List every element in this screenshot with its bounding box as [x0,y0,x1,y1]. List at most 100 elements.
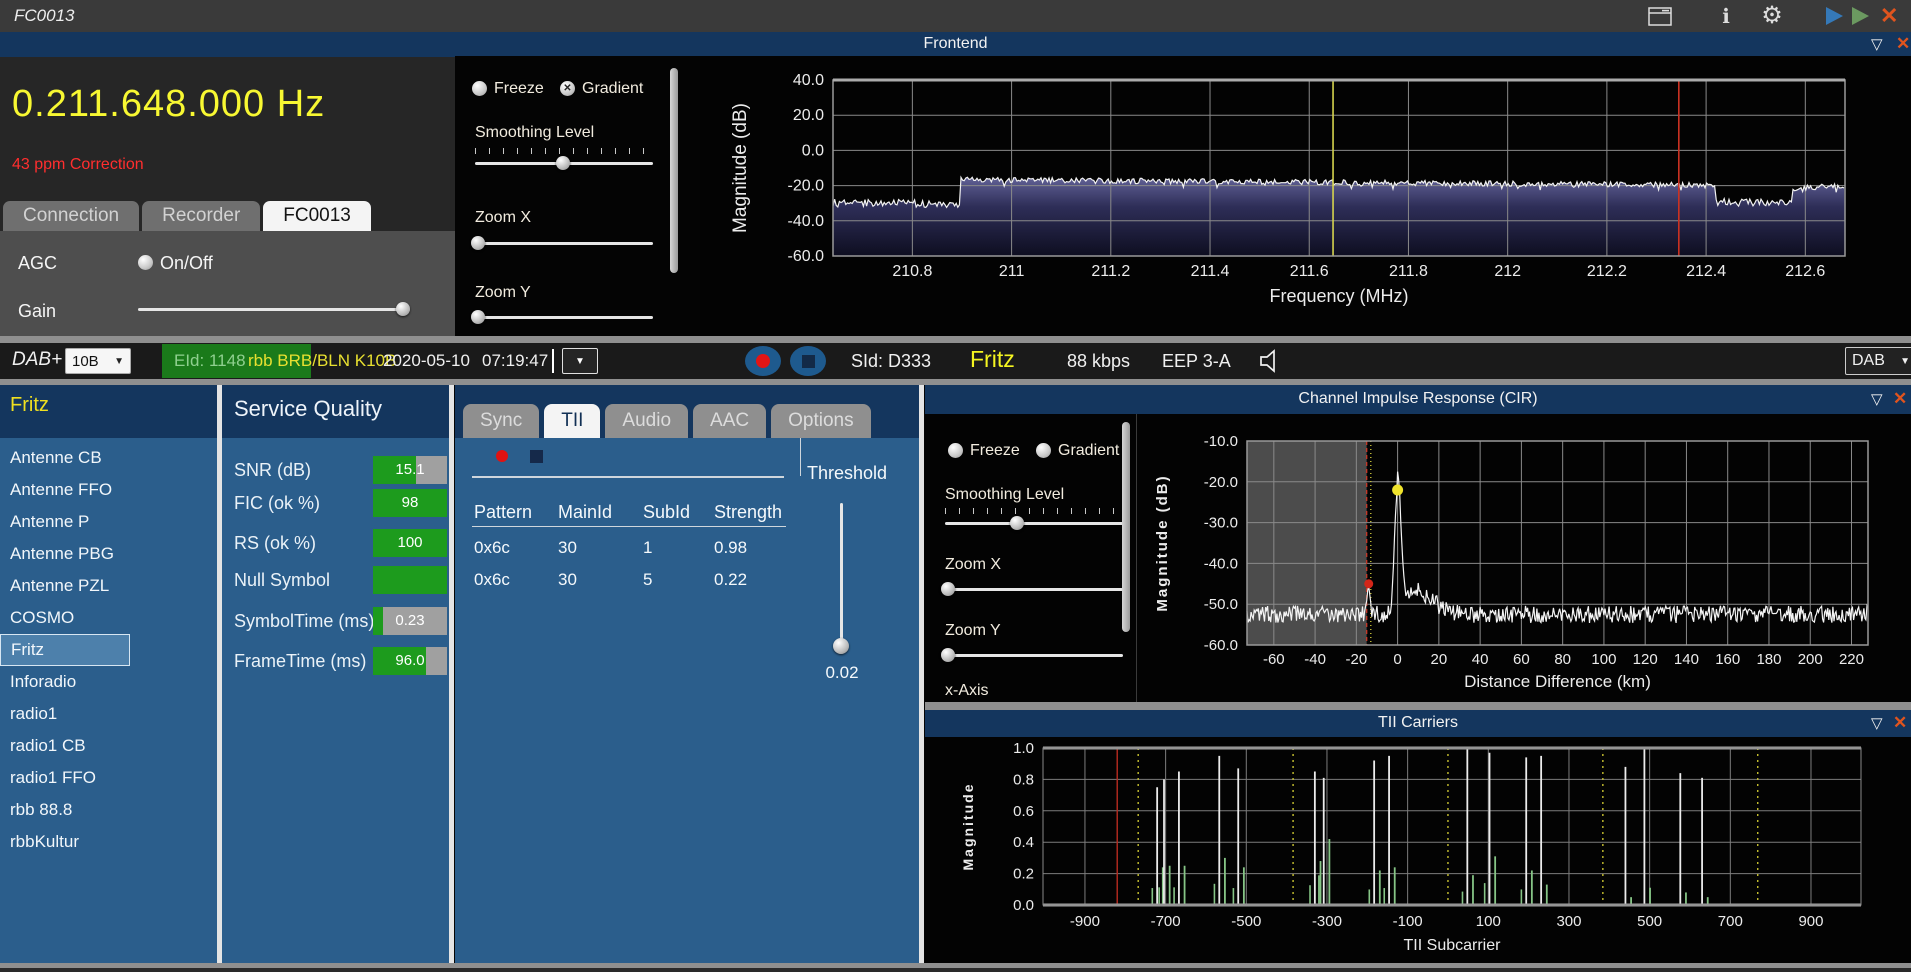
zoom-x-slider-knob[interactable] [471,236,485,250]
tab-connection[interactable]: Connection [3,201,139,231]
ppm-correction: 43 ppm Correction [12,156,144,174]
stop-button[interactable] [790,346,826,376]
service-list-item[interactable]: Antenne PZL [0,570,217,602]
quality-metric-label: FrameTime (ms) [234,647,366,675]
speaker-icon[interactable] [1256,348,1284,379]
service-list-item[interactable]: rbbKultur [0,826,217,858]
frontend-panel-titlebar: Frontend ▽ ✕ [0,32,1911,57]
agc-radio[interactable] [138,255,153,270]
cir-zoom-y-slider-knob[interactable] [941,648,955,662]
record-button[interactable] [745,346,781,376]
collapse-panel-icon[interactable]: ▽ [1871,390,1883,408]
frontend-spectrum-plot[interactable]: 40.020.00.0-20.0-40.0-60.0210.8211211.22… [700,56,1911,336]
service-name: Fritz [970,346,1015,373]
svg-text:700: 700 [1718,913,1743,930]
service-quality-panel: Service Quality SNR (dB)15.1FIC (ok %)98… [222,385,449,963]
window-icon[interactable] [1646,3,1674,29]
service-list-item[interactable]: rbb 88.8 [0,794,217,826]
controls-scrollbar[interactable] [670,68,678,273]
panel-divider[interactable] [449,385,454,963]
service-list-item[interactable]: Inforadio [0,666,217,698]
service-list-item[interactable]: radio1 [0,698,217,730]
info-icon[interactable]: ℹ [1712,3,1740,29]
threshold-slider-knob[interactable] [833,638,849,654]
cir-freeze-radio[interactable] [948,443,963,458]
service-list-item[interactable]: radio1 FFO [0,762,217,794]
svg-text:-700: -700 [1151,913,1181,930]
cir-gradient-radio[interactable] [1036,443,1051,458]
tab-tii[interactable]: TII [544,404,600,438]
service-list-item[interactable]: COSMO [0,602,217,634]
gear-icon[interactable]: ⚙ [1758,3,1786,29]
play-alt-icon[interactable] [1852,7,1869,25]
close-panel-icon[interactable]: ✕ [1893,713,1907,733]
cir-zoom-x-slider-knob[interactable] [941,582,955,596]
svg-text:140: 140 [1674,651,1699,668]
gradient-radio[interactable]: ✕ [560,81,575,96]
svg-text:211.8: 211.8 [1389,263,1428,280]
gain-slider-track[interactable] [138,308,410,311]
svg-text:0.6: 0.6 [1013,803,1034,820]
service-list-item[interactable]: radio1 CB [0,730,217,762]
collapse-panel-icon[interactable]: ▽ [1871,35,1883,53]
svg-text:-20.0: -20.0 [1204,474,1238,491]
zoom-x-slider-track[interactable] [475,242,653,245]
tab-audio[interactable]: Audio [605,404,688,438]
output-mode-select[interactable]: DAB ▼ [1845,347,1911,375]
svg-text:Frequency (MHz): Frequency (MHz) [1269,286,1408,306]
tab-aac[interactable]: AAC [693,404,766,438]
cir-plot[interactable]: -10.0-20.0-30.0-40.0-50.0-60.0-60-40-200… [1137,414,1911,702]
tii-column-header: MainId [558,502,612,523]
svg-text:-30.0: -30.0 [1204,515,1238,532]
cir-zoom-y-slider-track[interactable] [945,654,1123,657]
tab-options[interactable]: Options [771,404,870,438]
cir-controls-scrollbar[interactable] [1122,422,1130,632]
app-window: FC0013 ℹ ⚙ ✕ Frontend ▽ ✕ 0.211.648.000 … [0,0,1911,972]
cir-zoom-y-label: Zoom Y [945,622,1001,640]
service-list: Antenne CBAntenne FFOAntenne PAntenne PB… [0,442,217,858]
svg-text:211: 211 [999,263,1025,280]
svg-text:0.0: 0.0 [1013,897,1034,914]
cir-smoothing-slider-track[interactable] [945,522,1123,525]
history-dropdown-button[interactable]: ▼ [562,348,598,374]
svg-text:Magnitude (dB): Magnitude (dB) [1154,474,1171,611]
tii-cell: 0.98 [714,538,747,558]
close-panel-icon[interactable]: ✕ [1893,389,1907,409]
quality-metric-value: 0.23 [373,607,447,635]
service-list-item[interactable]: Fritz [0,634,130,666]
zoom-y-slider-knob[interactable] [471,310,485,324]
quality-metric-badge: 96.0 [373,647,447,675]
collapse-panel-icon[interactable]: ▽ [1871,714,1883,732]
cir-zoom-x-slider-track[interactable] [945,588,1123,591]
text-cursor [552,349,554,373]
gain-slider-knob[interactable] [396,302,410,316]
service-list-item[interactable]: Antenne PBG [0,538,217,570]
freeze-radio[interactable] [472,81,487,96]
svg-text:0.4: 0.4 [1013,834,1034,851]
svg-text:900: 900 [1798,913,1823,930]
service-list-item[interactable]: Antenne P [0,506,217,538]
channel-select[interactable]: 10B ▼ [65,348,131,374]
panel-divider[interactable] [919,385,924,963]
svg-text:300: 300 [1556,913,1581,930]
svg-text:120: 120 [1633,651,1658,668]
close-panel-icon[interactable]: ✕ [1896,34,1910,54]
tab-recorder[interactable]: Recorder [142,201,260,231]
stop-icon [802,355,815,368]
tab-fc0013[interactable]: FC0013 [263,201,371,231]
quality-metric-badge: 98 [373,489,447,517]
tii-cell: 30 [558,570,577,590]
frequency-display: 0.211.648.000 Hz [12,83,325,126]
play-icon[interactable] [1826,7,1843,25]
service-list-item[interactable]: Antenne CB [0,442,217,474]
threshold-slider-track[interactable] [840,503,843,645]
zoom-y-slider-track[interactable] [475,316,653,319]
cir-panel-body: Freeze Gradient Smoothing Level Zoom X Z… [925,414,1911,702]
agc-option-label: On/Off [160,253,213,274]
smoothing-slider-knob[interactable] [556,156,570,170]
tii-carriers-plot[interactable]: 0.00.20.40.60.81.0-900-700-500-300-10010… [925,737,1911,963]
tab-sync[interactable]: Sync [463,404,539,438]
cir-smoothing-slider-knob[interactable] [1010,516,1024,530]
service-list-item[interactable]: Antenne FFO [0,474,217,506]
close-icon[interactable]: ✕ [1880,3,1898,29]
